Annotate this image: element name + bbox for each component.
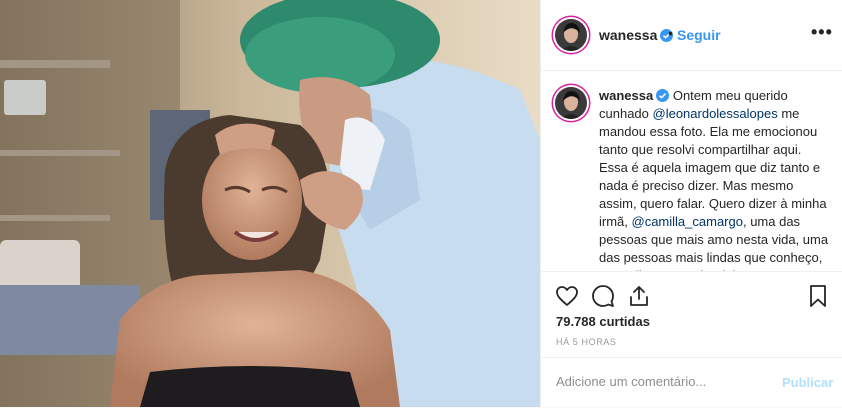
post-caption: wanessa Ontem meu querido cunhado @leona… xyxy=(599,87,829,271)
bookmark-icon[interactable] xyxy=(806,284,830,313)
comments-area[interactable]: wanessa Ontem meu querido cunhado @leona… xyxy=(541,71,842,271)
likes-count[interactable]: 79.788 curtidas xyxy=(556,314,650,329)
share-icon[interactable] xyxy=(627,284,651,313)
comment-input[interactable] xyxy=(556,374,766,389)
instagram-post: wanessa • Seguir ••• wanessa Ontem meu q… xyxy=(0,0,842,407)
more-options-icon[interactable]: ••• xyxy=(811,22,833,43)
avatar-image xyxy=(555,87,587,119)
header-username[interactable]: wanessa xyxy=(599,27,657,43)
add-comment-section: Publicar xyxy=(541,357,842,408)
mention-link[interactable]: @leonardolessalopes xyxy=(653,106,778,121)
separator-dot: • xyxy=(668,25,673,41)
publish-button[interactable]: Publicar xyxy=(782,375,833,390)
verified-badge-icon xyxy=(656,89,670,102)
avatar-image xyxy=(555,19,587,51)
avatar[interactable] xyxy=(555,19,587,51)
mention-link[interactable]: @camilla_camargo xyxy=(632,214,743,229)
post-timestamp[interactable]: HÁ 5 HORAS xyxy=(556,337,617,347)
caption-text-2: me mandou essa foto. Ela me emocionou ta… xyxy=(599,106,827,229)
caption-avatar[interactable] xyxy=(555,87,587,119)
post-header: wanessa • Seguir ••• xyxy=(541,0,842,71)
header-username-row[interactable]: wanessa xyxy=(599,27,674,43)
comment-icon[interactable] xyxy=(591,284,615,313)
follow-button[interactable]: Seguir xyxy=(677,27,721,43)
post-photo[interactable] xyxy=(0,0,540,407)
heart-icon[interactable] xyxy=(555,284,579,313)
post-sidebar: wanessa • Seguir ••• wanessa Ontem meu q… xyxy=(540,0,842,407)
photo-illustration xyxy=(0,0,540,407)
caption-username[interactable]: wanessa xyxy=(599,88,653,103)
